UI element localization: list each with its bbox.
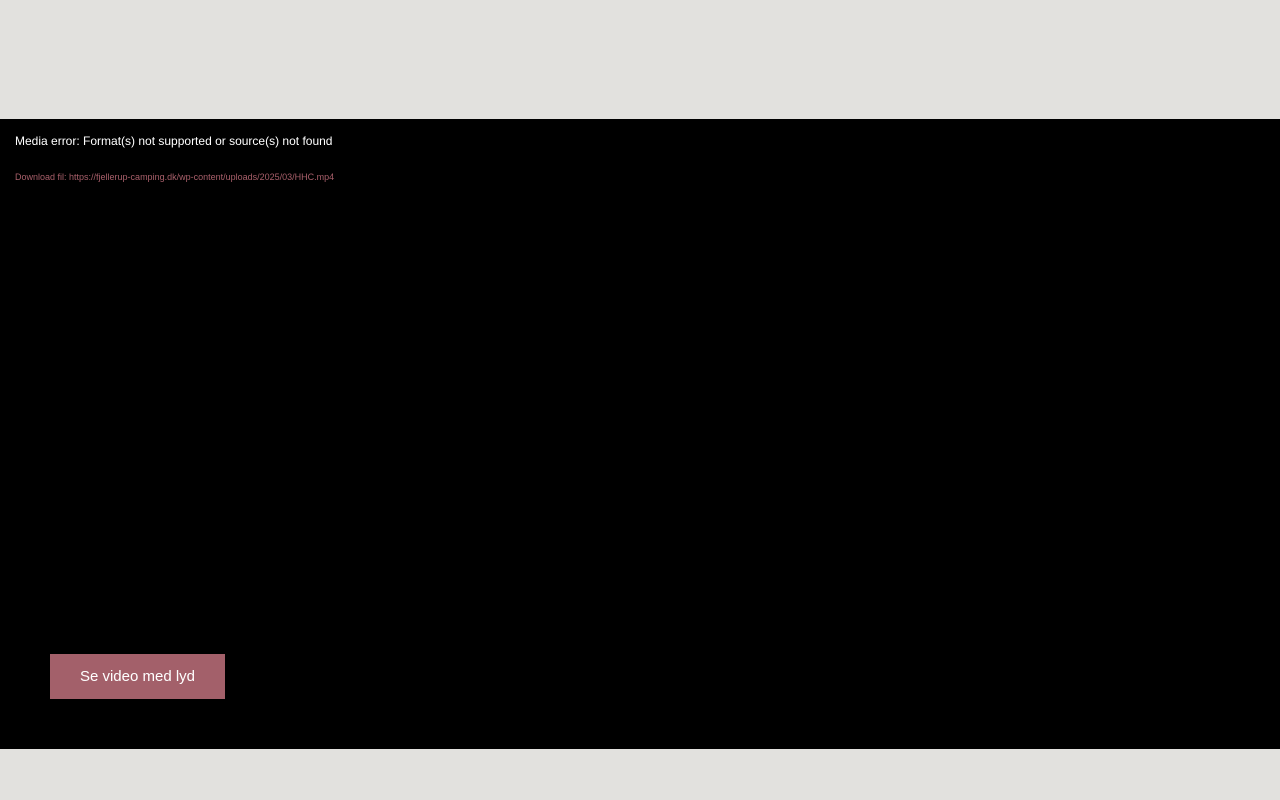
top-band (0, 0, 1280, 119)
download-line: Download fil: https://fjellerup-camping.… (15, 171, 334, 183)
download-link[interactable]: https://fjellerup-camping.dk/wp-content/… (69, 172, 334, 182)
bottom-band (0, 749, 1280, 800)
download-prefix: Download fil: (15, 172, 70, 182)
video-player[interactable]: Media error: Format(s) not supported or … (0, 119, 1280, 749)
media-error-message: Media error: Format(s) not supported or … (15, 134, 333, 148)
watch-with-sound-button[interactable]: Se video med lyd (50, 654, 225, 699)
